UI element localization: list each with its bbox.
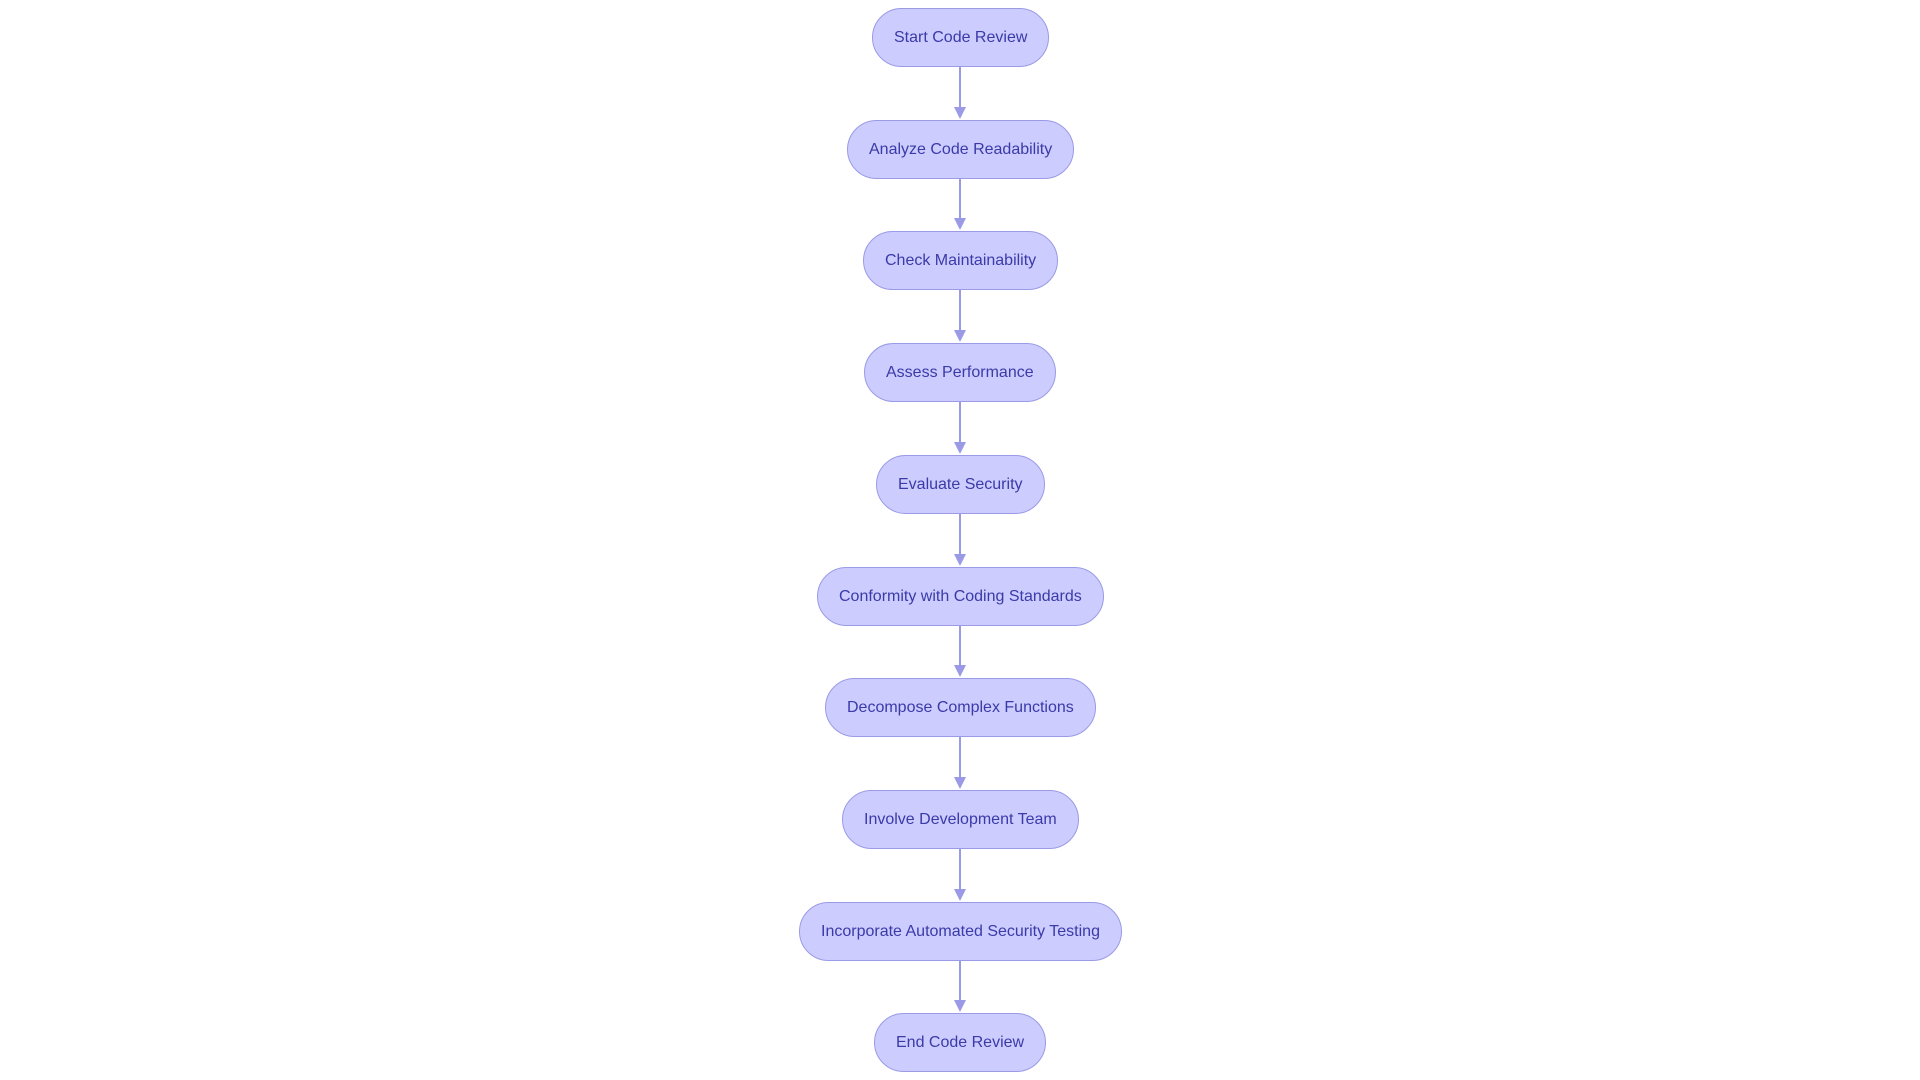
edge-e-f [954, 514, 966, 566]
arrowhead-icon [954, 330, 966, 342]
flow-node-j: End Code Review [874, 1013, 1047, 1072]
arrowhead-icon [954, 889, 966, 901]
arrowhead-icon [954, 665, 966, 677]
edge-f-g [954, 626, 966, 677]
flow-node-e: Evaluate Security [876, 455, 1045, 514]
edge-c-d [954, 290, 966, 342]
arrowhead-icon [954, 442, 966, 454]
edge-a-b [954, 67, 966, 119]
edge-h-i [954, 849, 966, 901]
flow-node-a: Start Code Review [872, 8, 1050, 67]
flow-node-c: Check Maintainability [863, 231, 1059, 290]
flow-node-d: Assess Performance [864, 343, 1056, 402]
arrowhead-icon [954, 1000, 966, 1012]
flow-node-h: Involve Development Team [842, 790, 1079, 849]
arrowhead-icon [954, 554, 966, 566]
edge-b-c [954, 179, 966, 230]
flow-node-f: Conformity with Coding Standards [817, 567, 1104, 626]
flowchart: Start Code Review Analyze Code Readabilit… [0, 0, 1920, 1080]
flow-node-b: Analyze Code Readability [847, 120, 1075, 179]
edge-d-e [954, 402, 966, 454]
edge-g-h [954, 737, 966, 789]
arrowhead-icon [954, 218, 966, 230]
arrowhead-icon [954, 107, 966, 119]
edge-i-j [954, 961, 966, 1012]
arrowhead-icon [954, 777, 966, 789]
flow-node-g: Decompose Complex Functions [825, 678, 1096, 737]
flow-node-i: Incorporate Automated Security Testing [799, 902, 1122, 961]
